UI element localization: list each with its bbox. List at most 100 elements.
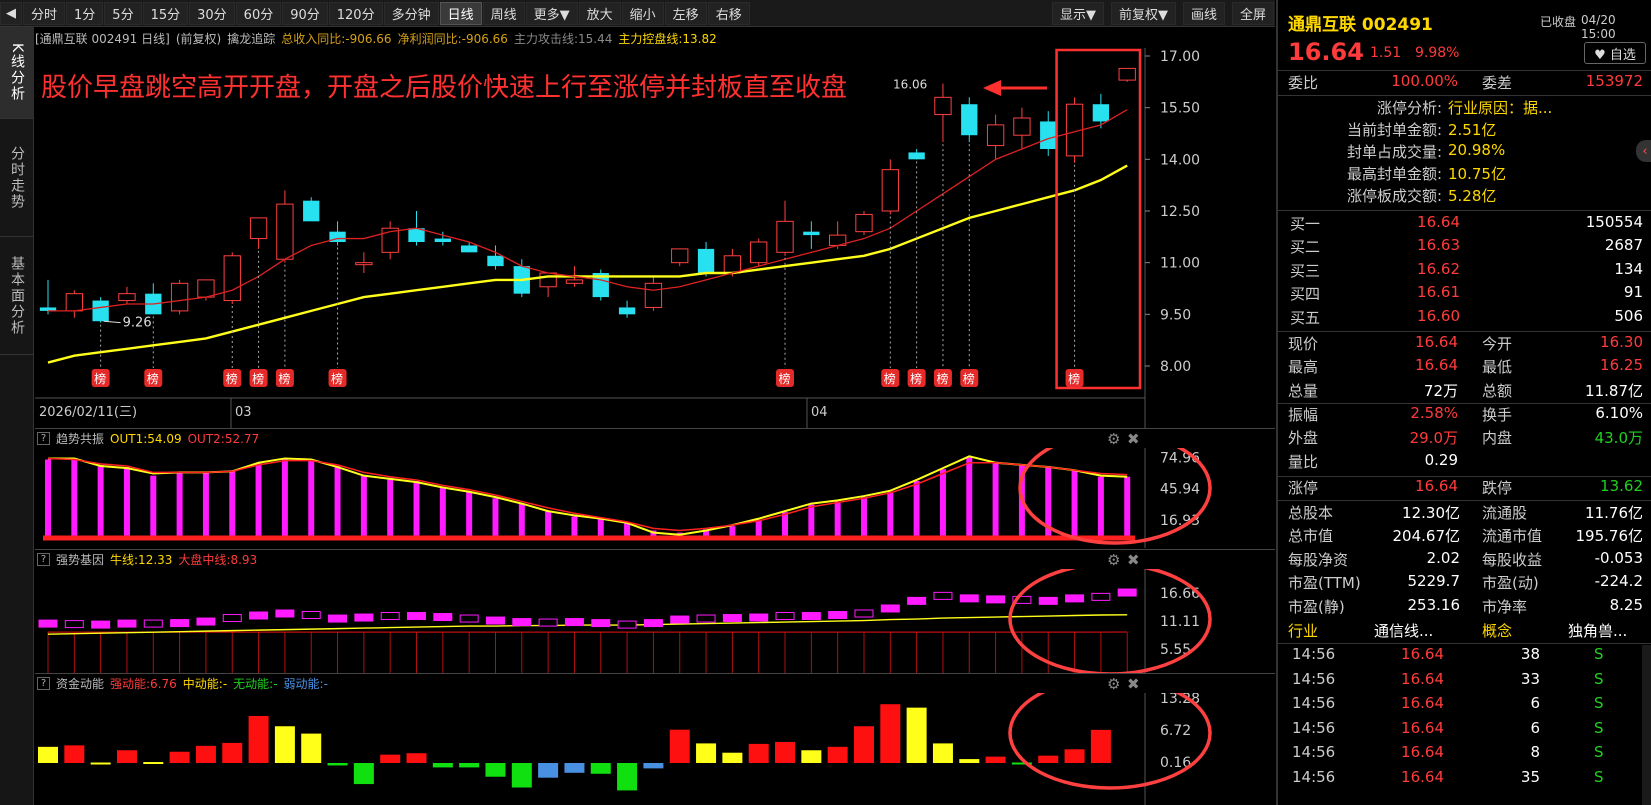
industry-value[interactable]: 通信线... [1374, 620, 1433, 641]
momentum-bar [1038, 755, 1059, 763]
toolbar-btn-4[interactable]: 30分 [189, 1, 235, 25]
candle-body [671, 248, 689, 264]
toolbar-btn-15[interactable]: 右移 [707, 1, 750, 25]
weibi-label: 委比 [1288, 74, 1319, 92]
bid-volume: 91 [1623, 283, 1643, 302]
toolbar-right-btn-0[interactable]: 显示▼ [1051, 2, 1104, 25]
trend-bar [992, 461, 999, 538]
y-tick-label: 14.00 [1160, 152, 1200, 168]
capital-momentum-chart[interactable]: 13.286.720.16 [35, 693, 1275, 805]
tab-intraday[interactable]: 分时走势 [0, 119, 34, 237]
gear-icon[interactable]: ⚙ [1107, 675, 1120, 693]
gene-bar [986, 595, 1006, 604]
toolbar-right-btn-3[interactable]: 全屏 [1231, 2, 1274, 25]
candle-body [539, 272, 557, 288]
strength-gene-chart[interactable]: 16.6611.115.55 [35, 569, 1275, 673]
close-icon[interactable]: ✖ [1127, 675, 1140, 693]
momentum-bar [485, 763, 506, 777]
separator [1278, 643, 1651, 644]
toolbar-btn-5[interactable]: 60分 [235, 1, 282, 25]
gear-icon[interactable]: ⚙ [1107, 551, 1120, 569]
momentum-bar [1064, 749, 1085, 763]
trade-side: S [1594, 669, 1604, 688]
indicator-name[interactable]: 擒龙追踪 [227, 30, 275, 47]
toolbar-btn-3[interactable]: 15分 [142, 1, 189, 25]
toolbar-btn-1[interactable]: 1分 [66, 1, 104, 25]
gene-bar [538, 618, 558, 627]
gene-bar [407, 612, 427, 621]
panel2-name[interactable]: 强势基因 [56, 551, 104, 568]
concept-label[interactable]: 概念 [1482, 620, 1512, 641]
trend-bar [439, 487, 446, 538]
toolbar-btn-13[interactable]: 缩小 [621, 1, 664, 25]
toolbar-btn-8[interactable]: 多分钟 [383, 1, 439, 25]
expand-arrow-icon[interactable]: ‹ [1636, 140, 1651, 162]
gene-bar [249, 611, 269, 620]
trade-volume: 8 [1530, 743, 1540, 761]
control-line [47, 164, 1128, 364]
limit-value: 16.64 [1415, 477, 1458, 495]
stat2-value: 43.0万 [1594, 429, 1643, 448]
toolbar-btn-0[interactable]: 分时 [23, 1, 66, 25]
tab-kline[interactable]: K线分析 [0, 27, 34, 119]
toolbar-btn-12[interactable]: 放大 [578, 1, 621, 25]
scrollbar[interactable] [1642, 645, 1651, 805]
concept-value[interactable]: 独角兽... [1568, 620, 1627, 641]
trend-bar [571, 516, 578, 538]
momentum-bar [222, 742, 243, 763]
candle-body [92, 300, 109, 322]
chart-area[interactable]: [通鼎互联 002491 日线] (前复权) 擒龙追踪 总收入同比:-906.6… [35, 28, 1275, 805]
weicha-label: 委差 [1482, 74, 1513, 92]
gene-bar [828, 611, 848, 620]
toolbar-btn-2[interactable]: 5分 [104, 1, 142, 25]
fund-key: 市净率 [1482, 597, 1528, 616]
candle-body [303, 200, 320, 222]
y-tick-label: 45.94 [1160, 482, 1200, 498]
candle-body [65, 293, 83, 312]
y-tick-label: 15.50 [1160, 101, 1200, 117]
gene-bar [91, 620, 111, 629]
candle-body [986, 124, 1005, 147]
profit-yoy: 净利润同比:-906.66 [397, 31, 508, 46]
bid-volume: 134 [1614, 259, 1643, 278]
high-price-label: 16.06 [893, 78, 927, 92]
tab-fundamentals[interactable]: 基本面分析 [0, 237, 34, 355]
industry-label[interactable]: 行业 [1288, 620, 1318, 641]
trade-price: 16.64 [1401, 718, 1444, 737]
toolbar-btn-9[interactable]: 日线 [439, 1, 482, 25]
gear-icon[interactable]: ⚙ [1107, 430, 1120, 448]
gene-bar [512, 618, 532, 627]
toolbar-btn-11[interactable]: 更多▼ [525, 1, 578, 25]
trend-bar [334, 465, 341, 538]
toolbar-btn-7[interactable]: 120分 [328, 1, 383, 25]
close-icon[interactable]: ✖ [1127, 551, 1140, 569]
gene-bar [380, 612, 400, 621]
toolbar-right-btn-2[interactable]: 画线 [1182, 2, 1225, 25]
toolbar-right-btn-1[interactable]: 前复权▼ [1110, 2, 1176, 25]
y-tick-label: 11.00 [1160, 256, 1200, 272]
watchlist-button[interactable]: ♥ 自选 [1584, 42, 1646, 64]
kline-chart[interactable]: 17.0015.5014.0012.5011.009.508.00榜榜榜榜榜榜榜… [35, 48, 1275, 428]
low-price-label: 9.26 [123, 316, 152, 331]
gene-bar [749, 613, 769, 622]
panel1-name[interactable]: 趋势共振 [56, 430, 104, 447]
collapse-icon[interactable]: ◀ [0, 1, 22, 25]
candle-body [434, 238, 451, 242]
panel2-bull: 牛线:12.33 [110, 553, 173, 567]
bang-label: 榜 [94, 371, 106, 386]
trend-resonance-chart[interactable]: 74.9645.9416.93 [35, 448, 1275, 548]
panel3-name[interactable]: 资金动能 [56, 675, 104, 692]
toolbar-btn-14[interactable]: 左移 [664, 1, 707, 25]
fund-key: 市盈(静) [1288, 597, 1345, 616]
bang-label: 榜 [278, 371, 290, 386]
trade-volume: 35 [1520, 767, 1540, 786]
close-icon[interactable]: ✖ [1127, 430, 1140, 448]
date-label: 2026/02/11(三) [39, 405, 137, 420]
help-icon[interactable]: ? [37, 553, 50, 566]
help-icon[interactable]: ? [37, 432, 50, 445]
help-icon[interactable]: ? [37, 677, 50, 690]
toolbar-btn-10[interactable]: 周线 [482, 1, 525, 25]
limit-analysis-key: 最高封单金额: [1346, 165, 1442, 183]
toolbar-btn-6[interactable]: 90分 [282, 1, 328, 25]
gene-bar [196, 617, 216, 626]
